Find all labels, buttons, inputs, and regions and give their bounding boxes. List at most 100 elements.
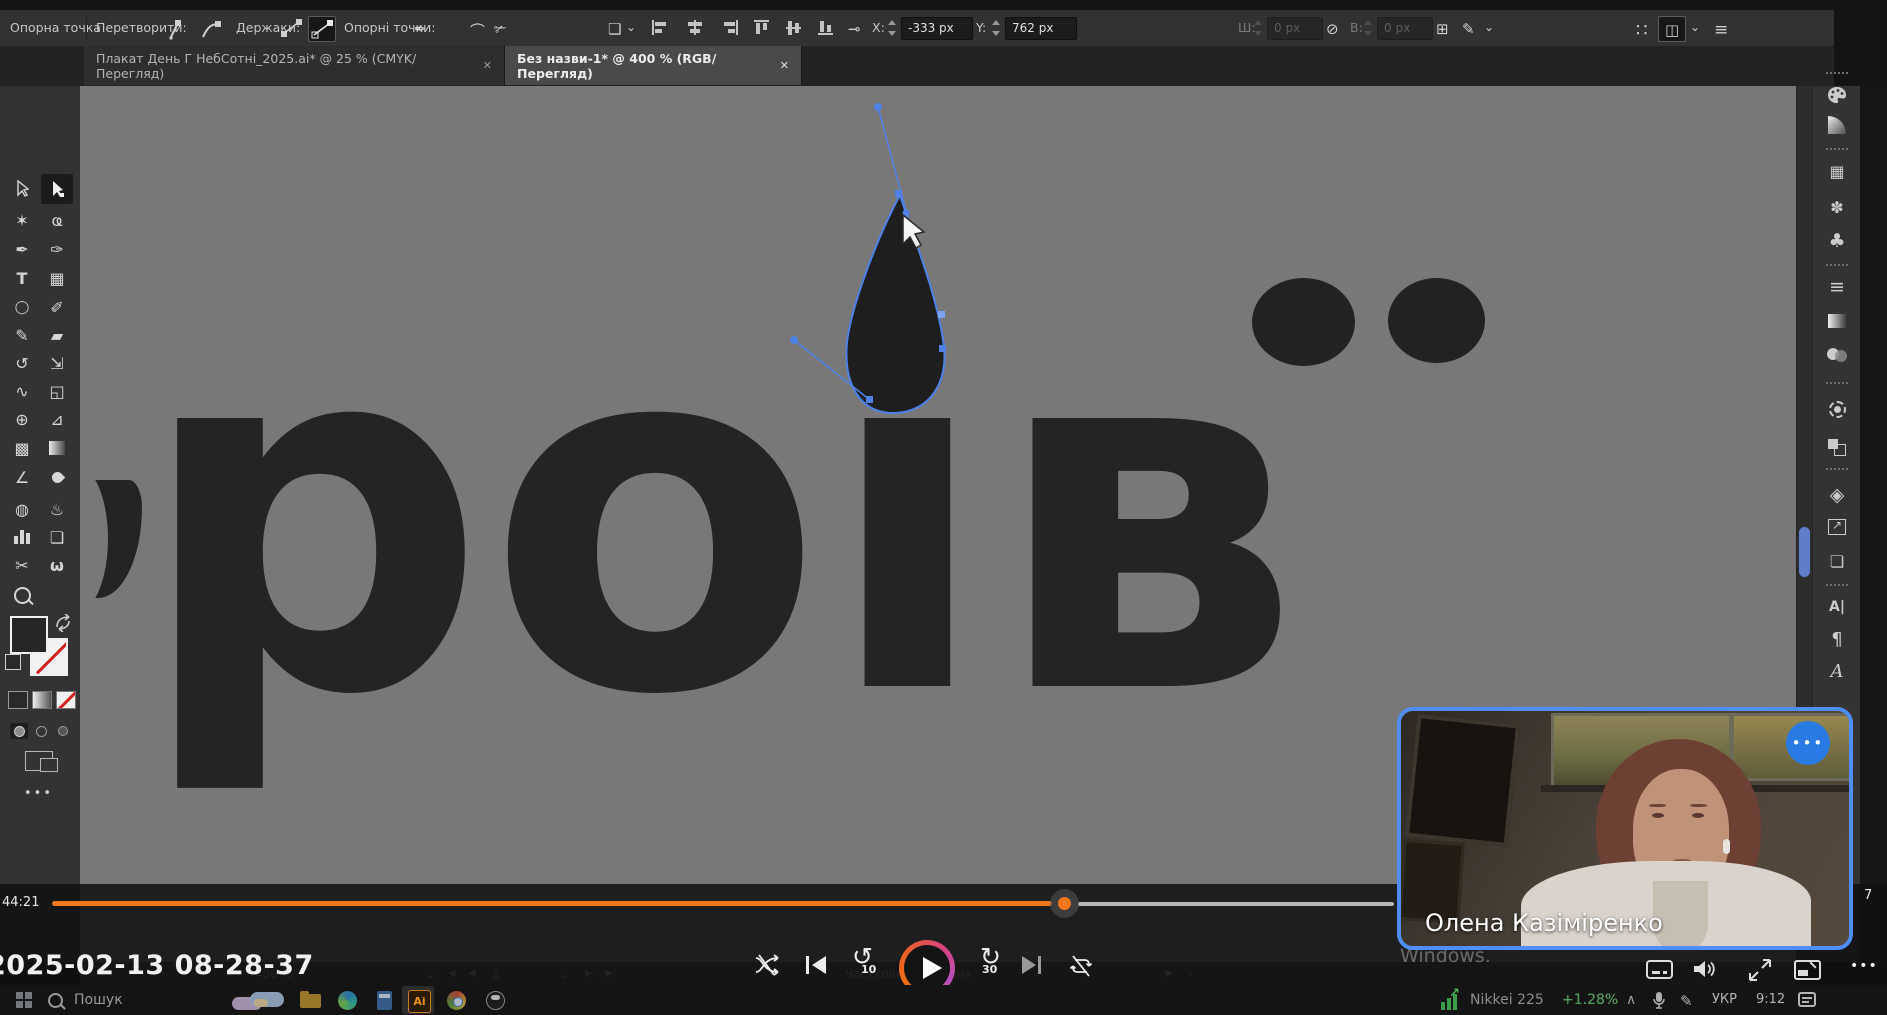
align-left-icon[interactable] bbox=[652, 20, 670, 35]
rectangular-grid-tool[interactable]: ▦ bbox=[41, 265, 73, 291]
align-bottom-icon[interactable] bbox=[818, 20, 836, 35]
align-right-icon[interactable] bbox=[720, 20, 738, 35]
pip-button[interactable] bbox=[1794, 960, 1821, 980]
calculator-icon[interactable] bbox=[377, 991, 392, 1010]
panel-color-guide[interactable] bbox=[1813, 112, 1861, 138]
gradient-tool[interactable] bbox=[41, 435, 73, 461]
next-button[interactable] bbox=[1022, 956, 1048, 974]
grip-handle[interactable] bbox=[1826, 148, 1848, 150]
arc-tool-icon[interactable]: ⌒ bbox=[470, 20, 485, 41]
width-tool[interactable]: ∿ bbox=[6, 378, 38, 404]
volume-icon[interactable] bbox=[1692, 958, 1718, 980]
measure-icon[interactable]: ⊸ bbox=[848, 20, 861, 38]
panel-brushes[interactable]: ✽ bbox=[1813, 194, 1861, 220]
panel-gradient[interactable] bbox=[1813, 308, 1861, 334]
panel-stroke[interactable]: ≡ bbox=[1813, 274, 1861, 300]
grip-handle[interactable] bbox=[1826, 264, 1848, 266]
pen-tool[interactable]: ✒ bbox=[6, 236, 38, 262]
panel-symbols[interactable]: ♣ bbox=[1813, 228, 1861, 254]
workspace-icon[interactable]: ∷ bbox=[1636, 20, 1647, 41]
dock-panels-button[interactable]: ◫ bbox=[1658, 16, 1686, 42]
panel-swatches[interactable]: ▦ bbox=[1813, 158, 1861, 184]
progress-played[interactable] bbox=[52, 901, 1052, 906]
align-middle-icon[interactable] bbox=[786, 20, 804, 35]
paintbrush-tool[interactable]: ✐ bbox=[41, 294, 73, 320]
pen-input-icon[interactable]: ✎ bbox=[1680, 992, 1693, 1010]
illustrator-app-icon[interactable]: Ai bbox=[408, 990, 431, 1013]
convert-to-smooth-icon[interactable] bbox=[200, 18, 222, 40]
lasso-tool[interactable]: ҩ bbox=[41, 207, 73, 233]
panel-layers[interactable]: ◈ bbox=[1813, 482, 1861, 508]
add-anchor-pen-icon[interactable]: ✒ bbox=[414, 20, 427, 38]
tab1-close-icon[interactable]: ✕ bbox=[483, 59, 492, 72]
tab-poster-document[interactable]: Плакат День Г НебСотні_2025.ai* @ 25 % (… bbox=[84, 46, 505, 85]
shape-builder-tool[interactable]: ⊕ bbox=[6, 406, 38, 432]
convert-to-corner-icon[interactable] bbox=[166, 18, 186, 40]
zoom-tool[interactable] bbox=[6, 582, 38, 608]
default-fill-stroke-icon[interactable] bbox=[5, 654, 21, 670]
type-tool[interactable]: T bbox=[6, 265, 38, 291]
y-value-field[interactable]: 762 px bbox=[1005, 17, 1077, 40]
document-setup-icon[interactable]: ❏ bbox=[608, 20, 621, 38]
rewind-10-button[interactable]: ↺ 10 bbox=[852, 946, 886, 980]
stock-name[interactable]: Nikkei 225 bbox=[1470, 992, 1544, 1008]
magic-wand-tool[interactable]: ✶ bbox=[6, 207, 38, 233]
draw-behind-mode-button[interactable] bbox=[32, 723, 50, 739]
selection-tool[interactable] bbox=[6, 176, 38, 202]
tray-chevron-icon[interactable]: ∧ bbox=[1626, 992, 1636, 1008]
search-icon[interactable] bbox=[48, 993, 63, 1008]
fill-gradient-mode-button[interactable] bbox=[32, 691, 52, 709]
edit-chevron-icon[interactable]: ⌄ bbox=[1484, 20, 1494, 34]
fullscreen-icon[interactable] bbox=[1748, 958, 1772, 982]
direct-selection-tool[interactable] bbox=[41, 174, 73, 204]
webcam-video-tile[interactable]: Олена Казіміренко ••• bbox=[1397, 707, 1853, 950]
clock[interactable]: 9:12 bbox=[1756, 992, 1785, 1007]
anchor-top-point[interactable] bbox=[895, 190, 902, 197]
panel-transparency[interactable] bbox=[1813, 342, 1861, 368]
anchor-right-lower[interactable] bbox=[939, 345, 946, 352]
symbol-sprayer-tool[interactable]: ♨ bbox=[41, 496, 73, 522]
dock-chevron-icon[interactable]: ⌄ bbox=[1690, 20, 1700, 34]
handle-end-left[interactable] bbox=[790, 336, 798, 344]
progress-remaining[interactable] bbox=[1078, 902, 1394, 906]
x-stepper[interactable] bbox=[888, 18, 897, 38]
edge-icon[interactable] bbox=[338, 991, 357, 1010]
constrain-proportions-icon[interactable]: ⊘ bbox=[1326, 20, 1339, 38]
scrollbar-thumb[interactable] bbox=[1799, 527, 1810, 577]
subtitles-button[interactable] bbox=[1646, 960, 1673, 979]
column-graph-tool[interactable] bbox=[6, 524, 38, 550]
weather-widget[interactable] bbox=[228, 989, 290, 1012]
swap-fill-stroke-icon[interactable] bbox=[54, 614, 74, 632]
panel-color[interactable] bbox=[1813, 82, 1861, 108]
screen-mode-button[interactable] bbox=[25, 751, 53, 771]
y-stepper[interactable] bbox=[992, 18, 1001, 38]
panel-artboards[interactable]: ❏ bbox=[1813, 548, 1861, 574]
blend-tool[interactable]: ◍ bbox=[6, 496, 38, 522]
draw-normal-mode-button[interactable] bbox=[10, 723, 28, 739]
start-button[interactable] bbox=[16, 992, 33, 1009]
doc-chevron-icon[interactable]: ⌄ bbox=[626, 20, 636, 34]
toolbar-more-icon[interactable]: ••• bbox=[24, 786, 53, 801]
mesh-tool[interactable]: ▩ bbox=[6, 435, 38, 461]
grip-handle[interactable] bbox=[1826, 72, 1848, 74]
artboard-tool[interactable]: ❏ bbox=[41, 524, 73, 550]
shaper-tool[interactable]: ✎ bbox=[6, 322, 38, 348]
chrome-icon[interactable] bbox=[447, 991, 466, 1010]
player-more-icon[interactable]: ••• bbox=[1850, 958, 1878, 974]
eraser-tool[interactable]: ▰ bbox=[41, 322, 73, 348]
teardrop-shape[interactable] bbox=[846, 195, 944, 413]
cut-path-icon[interactable]: ✃ bbox=[494, 20, 507, 38]
free-transform-tool[interactable]: ◱ bbox=[41, 378, 73, 404]
grip-handle[interactable] bbox=[1826, 584, 1848, 586]
show-handles-button[interactable] bbox=[308, 16, 336, 42]
stock-widget-icon[interactable]: ↗ bbox=[1441, 990, 1463, 1010]
perspective-grid-tool[interactable]: ⊿ bbox=[41, 406, 73, 432]
panel-glyphs[interactable]: A bbox=[1813, 658, 1861, 684]
notification-center-icon[interactable] bbox=[1798, 992, 1816, 1007]
search-label[interactable]: Пошук bbox=[74, 992, 123, 1008]
grip-handle[interactable] bbox=[1826, 468, 1848, 470]
tab2-close-icon[interactable]: ✕ bbox=[780, 59, 789, 72]
forward-30-button[interactable]: ↻ 30 bbox=[976, 946, 1010, 980]
fill-color-mode-button[interactable] bbox=[8, 691, 28, 709]
panel-character[interactable]: A| bbox=[1813, 594, 1861, 620]
